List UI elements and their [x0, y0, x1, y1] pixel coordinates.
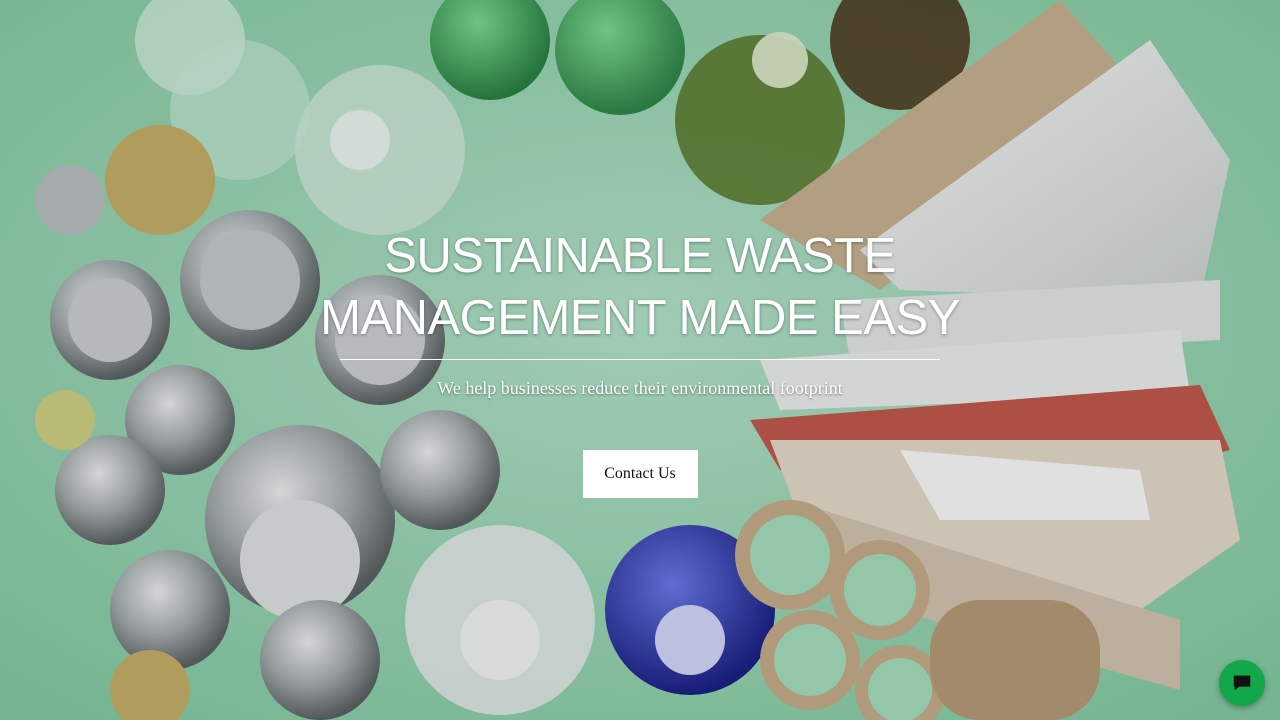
chat-button[interactable] — [1219, 660, 1265, 706]
hero-title: SUSTAINABLE WASTE MANAGEMENT MADE EASY — [320, 229, 960, 345]
chat-bubble-icon — [1233, 675, 1251, 691]
contact-us-button[interactable]: Contact Us — [582, 450, 698, 498]
hero-divider — [340, 359, 940, 360]
hero-content: SUSTAINABLE WASTE MANAGEMENT MADE EASY W… — [0, 225, 1280, 498]
hero-subtitle: We help businesses reduce their environm… — [437, 378, 843, 398]
hero-section: SUSTAINABLE WASTE MANAGEMENT MADE EASY W… — [0, 0, 1280, 720]
